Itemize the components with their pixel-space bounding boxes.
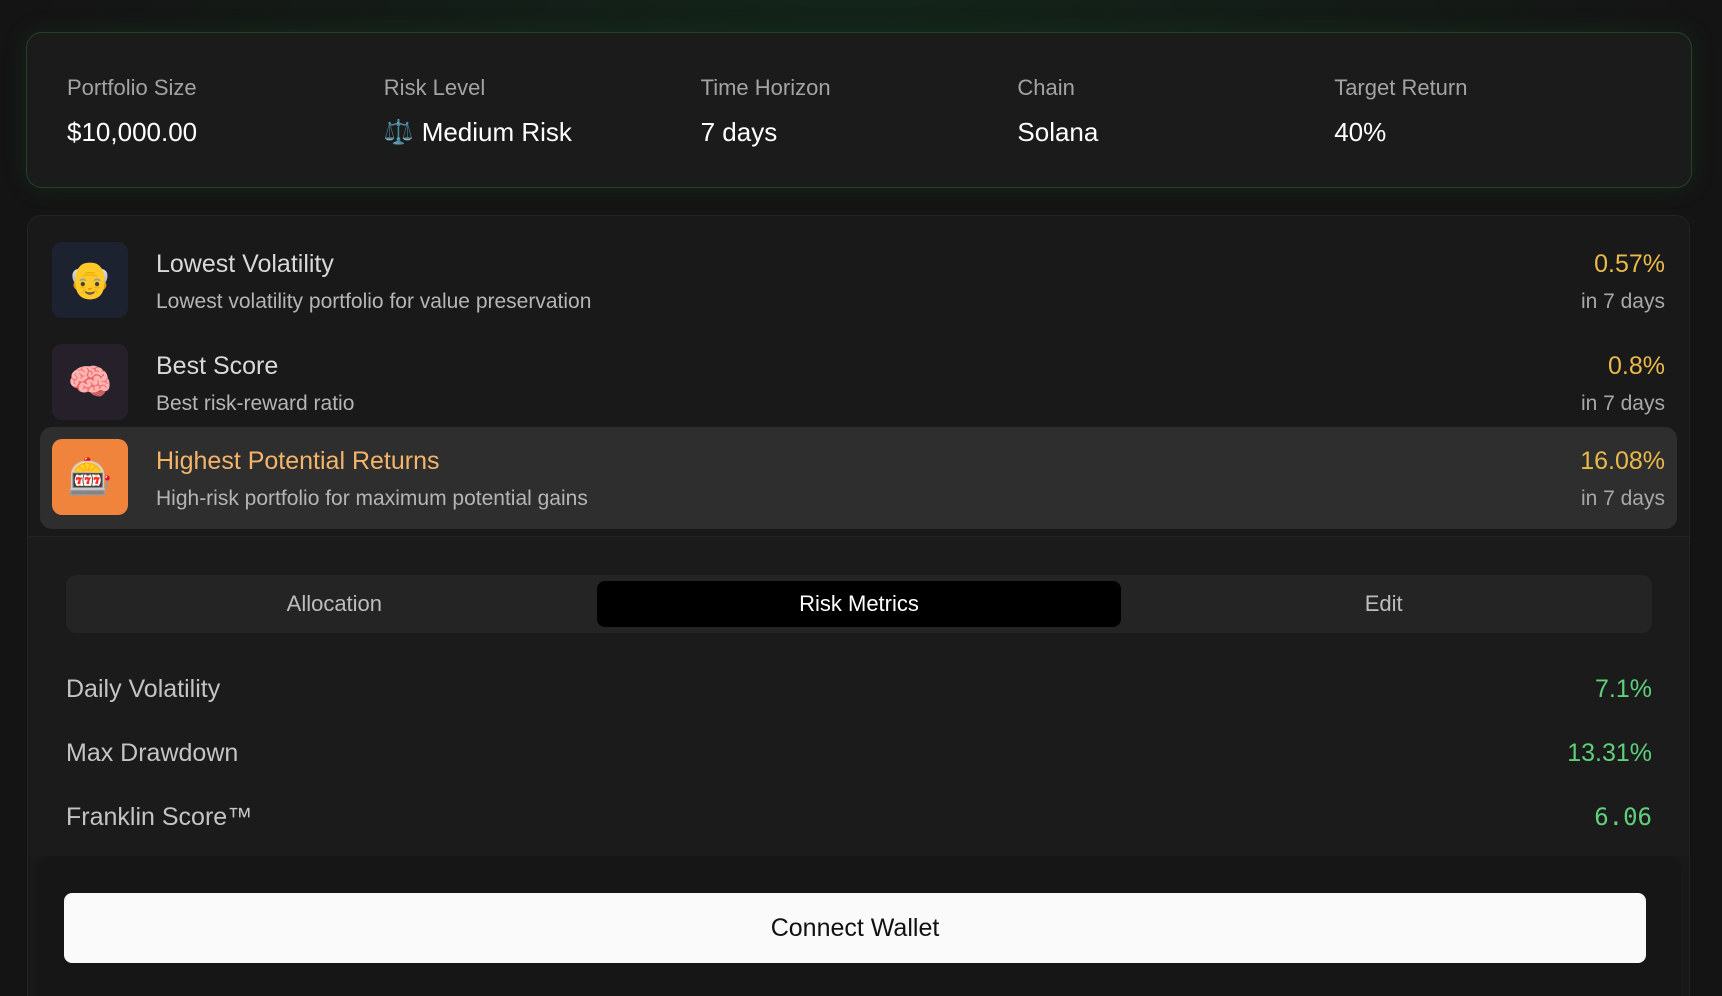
time-horizon-value: 7 days	[700, 117, 778, 147]
chain-value: Solana	[1017, 117, 1099, 147]
chain-label: Chain	[1017, 75, 1075, 100]
strategy-period: in 7 days	[1580, 487, 1665, 510]
metric-row-daily-volatility: Daily Volatility 7.1%	[66, 669, 1652, 709]
portfolio-size-label: Portfolio Size	[67, 75, 197, 100]
summary-target-return: Target Return 40%	[1334, 33, 1651, 187]
old-man-icon: 👴	[52, 242, 128, 318]
connect-wallet-button[interactable]: Connect Wallet	[64, 893, 1646, 963]
strategy-return: 0.8%	[1608, 352, 1665, 380]
metric-row-franklin-score: Franklin Score™ 6.06	[66, 797, 1652, 837]
summary-chain: Chain Solana	[1017, 33, 1334, 187]
metric-value: 7.1%	[1595, 674, 1652, 703]
strategy-description: High-risk portfolio for maximum potentia…	[156, 487, 588, 510]
tab-risk-metrics[interactable]: Risk Metrics	[596, 581, 1122, 627]
tab-allocation[interactable]: Allocation	[72, 581, 597, 627]
metric-value: 13.31%	[1567, 738, 1652, 767]
strategy-description: Lowest volatility portfolio for value pr…	[156, 290, 592, 313]
strategy-period: in 7 days	[1580, 392, 1665, 415]
strategy-return: 16.08%	[1580, 447, 1665, 475]
target-return-label: Target Return	[1334, 75, 1468, 100]
strategy-panel: 👴 Lowest Volatility Lowest volatility po…	[27, 215, 1690, 996]
balance-scale-icon: ⚖️	[383, 119, 414, 146]
metric-value: 6.06	[1594, 803, 1652, 831]
metric-label: Daily Volatility	[66, 674, 221, 703]
strategy-title: Lowest Volatility	[156, 250, 334, 278]
brain-icon: 🧠	[52, 344, 128, 420]
risk-level-value: ⚖️ Medium Risk	[383, 117, 572, 147]
tab-edit[interactable]: Edit	[1121, 581, 1646, 627]
time-horizon-label: Time Horizon	[700, 75, 831, 100]
target-return-value: 40%	[1334, 117, 1387, 147]
portfolio-summary-card: Portfolio Size $10,000.00 Risk Level ⚖️ …	[26, 32, 1692, 188]
strategy-option-highest-returns[interactable]: 🎰 Highest Potential Returns High-risk po…	[40, 427, 1677, 529]
strategy-option-lowest-volatility[interactable]: 👴 Lowest Volatility Lowest volatility po…	[40, 230, 1677, 332]
strategy-return: 0.57%	[1594, 250, 1665, 278]
strategy-option-best-score[interactable]: 🧠 Best Score Best risk-reward ratio 0.8%…	[40, 332, 1677, 434]
strategy-title: Highest Potential Returns	[156, 447, 440, 475]
portfolio-page: Portfolio Size $10,000.00 Risk Level ⚖️ …	[0, 0, 1722, 996]
risk-level-label: Risk Level	[383, 75, 486, 100]
metric-row-max-drawdown: Max Drawdown 13.31%	[66, 733, 1652, 773]
strategy-period: in 7 days	[1580, 290, 1665, 313]
summary-time-horizon: Time Horizon 7 days	[701, 33, 1018, 187]
details-tabs: Allocation Risk Metrics Edit	[66, 575, 1652, 633]
metric-label: Max Drawdown	[66, 738, 239, 767]
summary-risk-level: Risk Level ⚖️ Medium Risk	[384, 33, 701, 187]
strategy-details: Allocation Risk Metrics Edit Daily Volat…	[28, 536, 1689, 856]
metric-label: Franklin Score™	[66, 802, 253, 831]
portfolio-size-value: $10,000.00	[67, 117, 198, 147]
strategy-description: Best risk-reward ratio	[156, 392, 355, 415]
strategy-title: Best Score	[156, 352, 279, 380]
summary-portfolio-size: Portfolio Size $10,000.00	[67, 33, 384, 187]
slot-machine-icon: 🎰	[52, 439, 128, 515]
